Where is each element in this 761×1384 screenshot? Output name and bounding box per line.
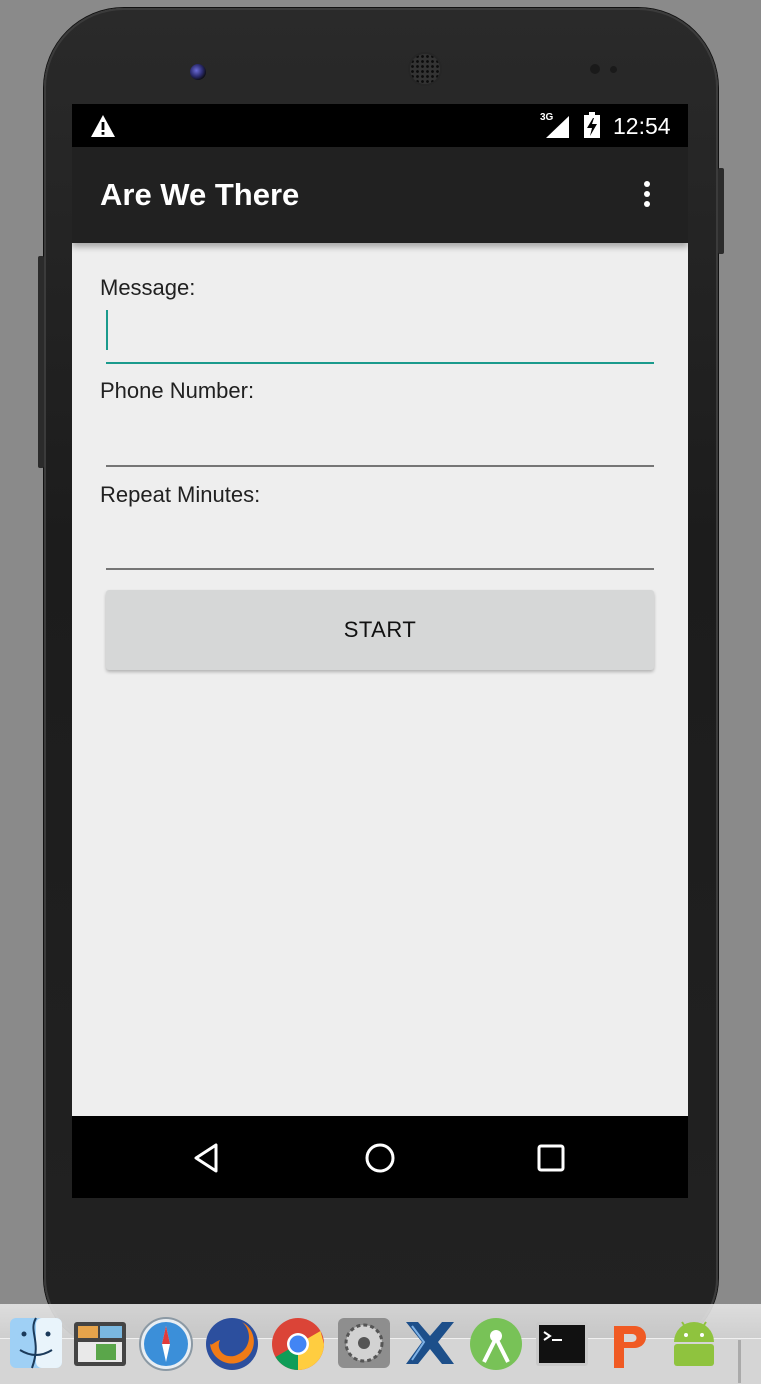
proximity-sensor-icon	[590, 64, 600, 74]
message-input[interactable]	[106, 309, 654, 361]
status-clock: 12:54	[613, 113, 671, 139]
recents-square-icon[interactable]	[531, 1138, 571, 1178]
repeat-minutes-input[interactable]	[106, 516, 654, 568]
device-screen: 3G 12:54 Are We There Message: Phone Num…	[72, 104, 688, 1198]
warning-icon	[91, 115, 115, 137]
home-circle-icon[interactable]	[360, 1138, 400, 1178]
xcode-icon[interactable]	[400, 1312, 460, 1372]
back-triangle-icon[interactable]	[188, 1138, 228, 1178]
app-title: Are We There	[100, 177, 300, 212]
navigation-bar	[72, 1116, 688, 1198]
battery-charging-icon	[584, 112, 600, 138]
signal-icon	[546, 116, 569, 138]
status-bar: 3G 12:54	[72, 104, 688, 147]
app-bar: Are We There	[72, 147, 688, 243]
start-button[interactable]: START	[106, 590, 654, 670]
firefox-icon[interactable]	[202, 1312, 262, 1372]
powerpoint-icon[interactable]	[600, 1312, 660, 1372]
more-vert-icon[interactable]	[638, 179, 656, 213]
phone-number-label: Phone Number:	[100, 378, 255, 403]
finder-icon[interactable]	[6, 1312, 66, 1372]
android-icon[interactable]	[664, 1312, 724, 1372]
android-studio-icon[interactable]	[466, 1312, 526, 1372]
safari-icon[interactable]	[136, 1312, 196, 1372]
repeat-minutes-label: Repeat Minutes:	[100, 482, 261, 507]
power-button[interactable]	[718, 168, 724, 254]
phone-number-underline	[106, 465, 654, 467]
phone-number-input[interactable]	[106, 412, 654, 464]
chrome-icon[interactable]	[268, 1312, 328, 1372]
dock-separator	[738, 1340, 741, 1383]
volume-button[interactable]	[38, 256, 44, 468]
text-cursor	[106, 310, 108, 350]
terminal-icon[interactable]	[532, 1312, 592, 1372]
message-underline	[106, 362, 654, 364]
repeat-minutes-underline	[106, 568, 654, 570]
preview-icon[interactable]	[70, 1312, 130, 1372]
light-sensor-icon	[610, 66, 617, 73]
system-preferences-icon[interactable]	[334, 1312, 394, 1372]
front-camera-icon	[190, 64, 206, 80]
speaker-grille-icon	[410, 54, 440, 84]
message-label: Message:	[100, 275, 196, 300]
